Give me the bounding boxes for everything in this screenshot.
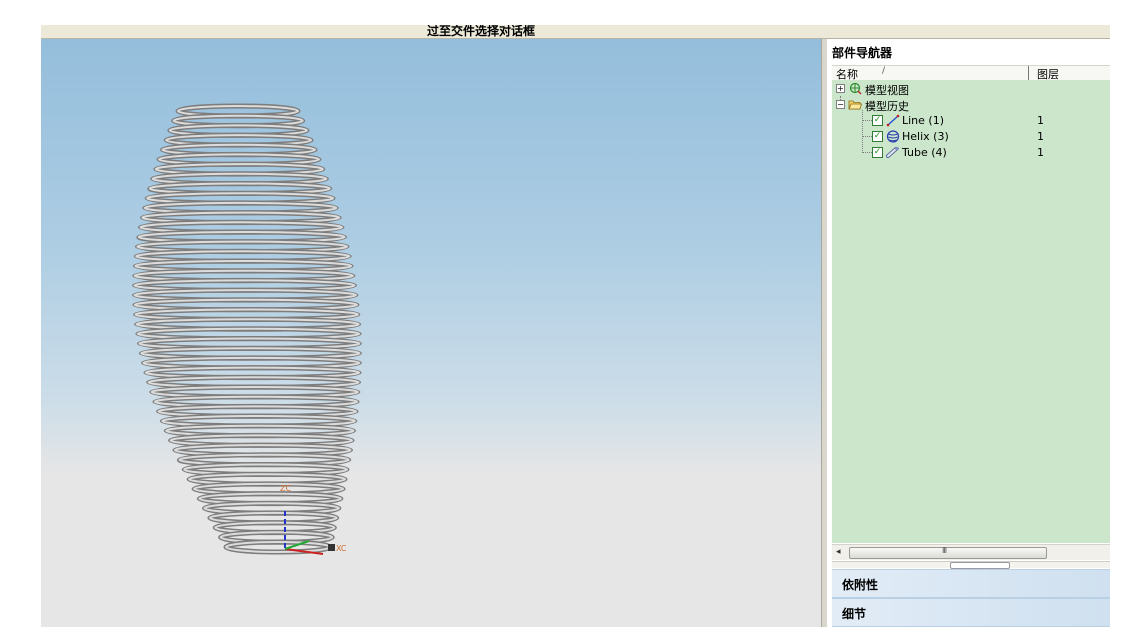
panel-title: 部件导航器	[832, 46, 893, 60]
section-label: 依附性	[842, 578, 879, 592]
tree-item-label: 模型视图	[865, 84, 909, 97]
tree-item-model-views[interactable]: + 模型视图	[832, 81, 1110, 97]
column-divider[interactable]	[1028, 66, 1029, 80]
section-label: 细节	[842, 607, 867, 621]
scroll-grip: III	[942, 546, 947, 555]
tree-item-model-history[interactable]: − 模型历史	[832, 97, 1110, 113]
scroll-left-arrow-icon[interactable]: ◂	[836, 547, 841, 557]
sort-indicator: /	[882, 66, 886, 76]
sash-handle[interactable]	[950, 562, 1010, 569]
helix-icon	[886, 130, 900, 143]
tube-icon	[886, 147, 899, 158]
graphics-viewport[interactable]: ZC XC	[41, 39, 821, 627]
model-views-icon	[849, 82, 862, 95]
visibility-checkbox[interactable]: ✓	[872, 147, 883, 158]
line-icon	[886, 114, 900, 127]
expand-icon[interactable]: +	[836, 84, 845, 93]
section-dependencies[interactable]: 依附性	[832, 569, 1110, 598]
panel-sash[interactable]	[832, 561, 1110, 569]
feature-row-line[interactable]: ✓ Line (1) 1	[832, 113, 1110, 129]
feature-layer: 1	[1037, 114, 1044, 127]
feature-row-tube[interactable]: ✓ Tube (4) 1	[832, 145, 1110, 161]
visibility-checkbox[interactable]: ✓	[872, 131, 883, 142]
folder-open-icon	[848, 100, 862, 110]
window-title: 过至交件选择对话框	[427, 25, 536, 38]
tree-column-header: 名称 / 图层	[832, 65, 1110, 81]
part-navigator-panel: 部件导航器 名称 / 图层 + 模型视图 − 模型历史 ✓ Line (1) 1…	[827, 39, 1110, 627]
collapse-icon[interactable]: −	[836, 100, 845, 109]
visibility-checkbox[interactable]: ✓	[872, 115, 883, 126]
feature-label: Tube (4)	[902, 146, 947, 159]
title-bar: 过至交件选择对话框	[41, 25, 1110, 39]
feature-row-helix[interactable]: ✓ Helix (3) 1	[832, 129, 1110, 145]
feature-layer: 1	[1037, 146, 1044, 159]
feature-layer: 1	[1037, 130, 1044, 143]
scroll-thumb[interactable]: III	[849, 546, 1047, 559]
feature-label: Line (1)	[902, 114, 945, 127]
tree-item-label: 模型历史	[865, 100, 909, 113]
helix-model[interactable]	[41, 39, 821, 627]
section-details[interactable]: 细节	[832, 598, 1110, 627]
horizontal-scrollbar[interactable]: ◂ III	[832, 544, 1110, 560]
tree-view: + 模型视图 − 模型历史 ✓ Line (1) 1 ✓ Helix (3) 1…	[832, 80, 1110, 543]
feature-label: Helix (3)	[902, 130, 949, 143]
